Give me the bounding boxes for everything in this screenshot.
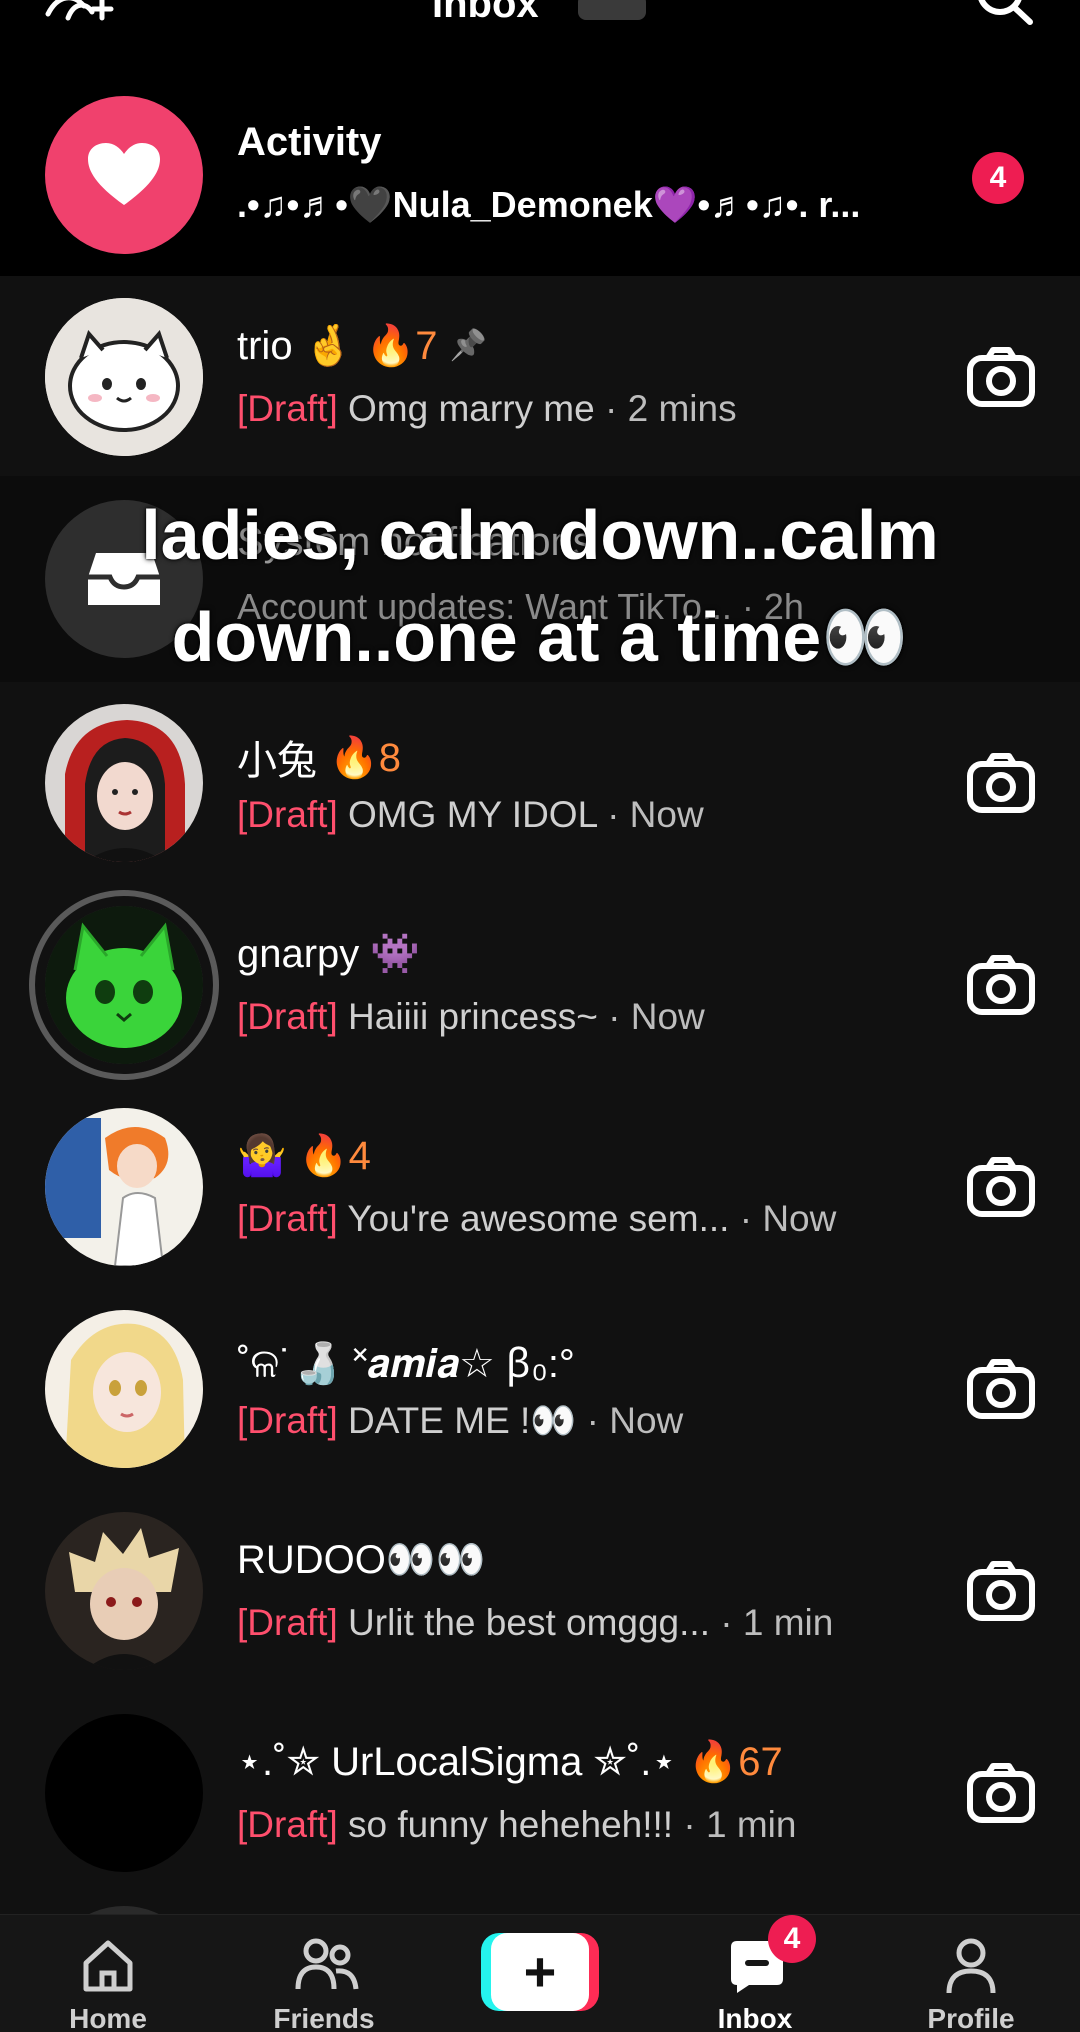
avatar[interactable]	[45, 298, 203, 456]
contact-name: RUDOO👀👀	[237, 1538, 486, 1582]
message-preview: [Draft] Urlit the best omggg... · 1 min	[237, 1602, 833, 1644]
nav-label: Home	[69, 2003, 147, 2032]
camera-icon[interactable]	[964, 746, 1038, 820]
inbox-badge: 4	[768, 1915, 816, 1963]
search-icon[interactable]	[970, 0, 1040, 33]
conversation-row[interactable]: trio 🤞 🔥7 📌 [Draft] Omg marry me · 2 min…	[0, 276, 1080, 478]
avatar[interactable]	[45, 1310, 203, 1468]
video-caption: ladies, calm down..calm down..one at a t…	[0, 484, 1080, 688]
camera-icon[interactable]	[964, 1150, 1038, 1224]
avatar[interactable]	[45, 1906, 203, 1914]
activity-badge: 4	[972, 152, 1024, 204]
nav-inbox[interactable]: Inbox	[665, 1915, 845, 2032]
draft-tag: [Draft]	[237, 1400, 338, 1441]
message-text: Omg marry me	[348, 388, 595, 429]
streak-count: 🔥67	[688, 1740, 783, 1784]
page-title: Inbox	[432, 0, 539, 26]
conversation-row[interactable]: 🤷‍♀️ 🔥4 [Draft] You're awesome sem... · …	[0, 1086, 1080, 1288]
contact-name: gnarpy 👾	[237, 932, 421, 976]
create-button[interactable]: +	[481, 1933, 599, 2011]
plus-icon: +	[491, 1933, 589, 2011]
draft-tag: [Draft]	[237, 388, 338, 429]
status-dot-pill[interactable]	[578, 0, 646, 20]
message-preview: [Draft] DATE ME !👀 · Now	[237, 1400, 683, 1443]
avatar[interactable]	[45, 906, 203, 1064]
contact-name: ˚ଳ˙🍶 ˟𝒂𝒎𝒊𝒂☆ ꞵ₀:°	[237, 1342, 575, 1386]
top-bar: Inbox	[0, 0, 1080, 60]
nav-profile[interactable]: Profile	[881, 1915, 1061, 2032]
message-text: Haiiii princess~	[348, 996, 598, 1037]
add-friend-icon[interactable]	[44, 0, 116, 34]
bottom-nav: Home Friends + Inbox 4 Profile	[0, 1914, 1080, 2032]
conversation-row[interactable]: ⋆.˚✮ UrLocalSigma ✮˚.⋆ 🔥67 [Draft] so fu…	[0, 1692, 1080, 1894]
conversation-name: ˚ଳ˙🍶 ˟𝒂𝒎𝒊𝒂☆ ꞵ₀:°	[237, 1334, 575, 1389]
camera-icon[interactable]	[964, 1554, 1038, 1628]
home-icon	[83, 1940, 133, 1992]
conversation-name: 小兔 🔥8	[237, 728, 401, 786]
friends-icon	[295, 1938, 359, 1990]
pin-icon: 📌	[449, 329, 487, 362]
camera-icon[interactable]	[964, 340, 1038, 414]
conversation-row[interactable]: 小兔 🔥8 [Draft] OMG MY IDOL · Now	[0, 682, 1080, 884]
activity-subtitle: .•♫•♬•🖤Nula_Demonek💜•♬•♫•. r...	[237, 184, 861, 225]
message-text: DATE ME !👀	[348, 1400, 577, 1441]
draft-tag: [Draft]	[237, 1198, 338, 1239]
message-text: Urlit the best omggg...	[348, 1602, 710, 1643]
avatar[interactable]	[45, 704, 203, 862]
avatar[interactable]	[45, 1714, 203, 1872]
caption-line: ladies, calm down..calm	[141, 496, 939, 574]
message-time: · Now	[607, 794, 704, 835]
activity-heart-icon	[45, 96, 203, 254]
message-time: · Now	[608, 996, 705, 1037]
draft-tag: [Draft]	[237, 794, 338, 835]
message-preview: [Draft] You're awesome sem... · Now	[237, 1198, 836, 1240]
conversation-row[interactable]: RUDOO👀👀 [Draft] Urlit the best omggg... …	[0, 1490, 1080, 1692]
nav-label: Friends	[273, 2003, 375, 2032]
caption-line: down..one at a time👀	[171, 598, 909, 676]
conversation-row[interactable]: gnarpy 👾 [Draft] Haiiii princess~ · Now	[0, 884, 1080, 1086]
message-text: You're awesome sem...	[347, 1198, 730, 1239]
message-time: · 2 mins	[605, 388, 737, 429]
draft-tag: [Draft]	[237, 1804, 338, 1845]
message-text: so funny heheheh!!!	[348, 1804, 674, 1845]
camera-icon[interactable]	[964, 948, 1038, 1022]
draft-tag: [Draft]	[237, 996, 338, 1037]
message-preview: [Draft] Haiiii princess~ · Now	[237, 996, 705, 1038]
streak-count: 🔥7	[365, 324, 438, 368]
streak-count: 🔥4	[298, 1134, 371, 1178]
message-preview: [Draft] Omg marry me · 2 mins	[237, 388, 737, 430]
message-time: · Now	[739, 1198, 837, 1239]
activity-title: Activity	[237, 120, 382, 164]
conversation-name: ⋆.˚✮ UrLocalSigma ✮˚.⋆ 🔥67	[237, 1738, 783, 1785]
message-time: · 1 min	[683, 1804, 797, 1845]
message-time: · Now	[586, 1400, 684, 1441]
profile-icon	[946, 1938, 996, 1994]
message-text: OMG MY IDOL	[348, 794, 597, 835]
nav-label: Profile	[927, 2003, 1015, 2032]
draft-tag: [Draft]	[237, 1602, 338, 1643]
activity-row[interactable]: Activity .•♫•♬•🖤Nula_Demonek💜•♬•♫•. r...…	[0, 60, 1080, 276]
message-preview: [Draft] OMG MY IDOL · Now	[237, 794, 704, 836]
contact-name: 🤷‍♀️	[237, 1134, 287, 1178]
conversation-name: 🤷‍♀️ 🔥4	[237, 1132, 371, 1179]
contact-name: ⋆.˚✮ UrLocalSigma ✮˚.⋆	[237, 1739, 677, 1784]
avatar[interactable]	[45, 1108, 203, 1266]
nav-friends[interactable]: Friends	[234, 1915, 414, 2032]
conversation-name: gnarpy 👾	[237, 930, 420, 977]
contact-name: 小兔	[237, 739, 317, 783]
nav-label: Inbox	[717, 2003, 793, 2032]
message-time: · 1 min	[720, 1602, 834, 1643]
nav-home[interactable]: Home	[18, 1915, 198, 2032]
conversation-name: RUDOO👀👀	[237, 1536, 486, 1583]
camera-icon[interactable]	[964, 1756, 1038, 1830]
avatar[interactable]	[45, 1512, 203, 1670]
message-preview: [Draft] so funny heheheh!!! · 1 min	[237, 1804, 796, 1846]
streak-count: 🔥8	[329, 735, 402, 780]
conversation-row[interactable]: ˚ଳ˙🍶 ˟𝒂𝒎𝒊𝒂☆ ꞵ₀:° [Draft] DATE ME !👀 · No…	[0, 1288, 1080, 1490]
conversation-name: trio 🤞 🔥7 📌	[237, 322, 487, 369]
camera-icon[interactable]	[964, 1352, 1038, 1426]
contact-name: trio 🤞	[237, 324, 354, 368]
